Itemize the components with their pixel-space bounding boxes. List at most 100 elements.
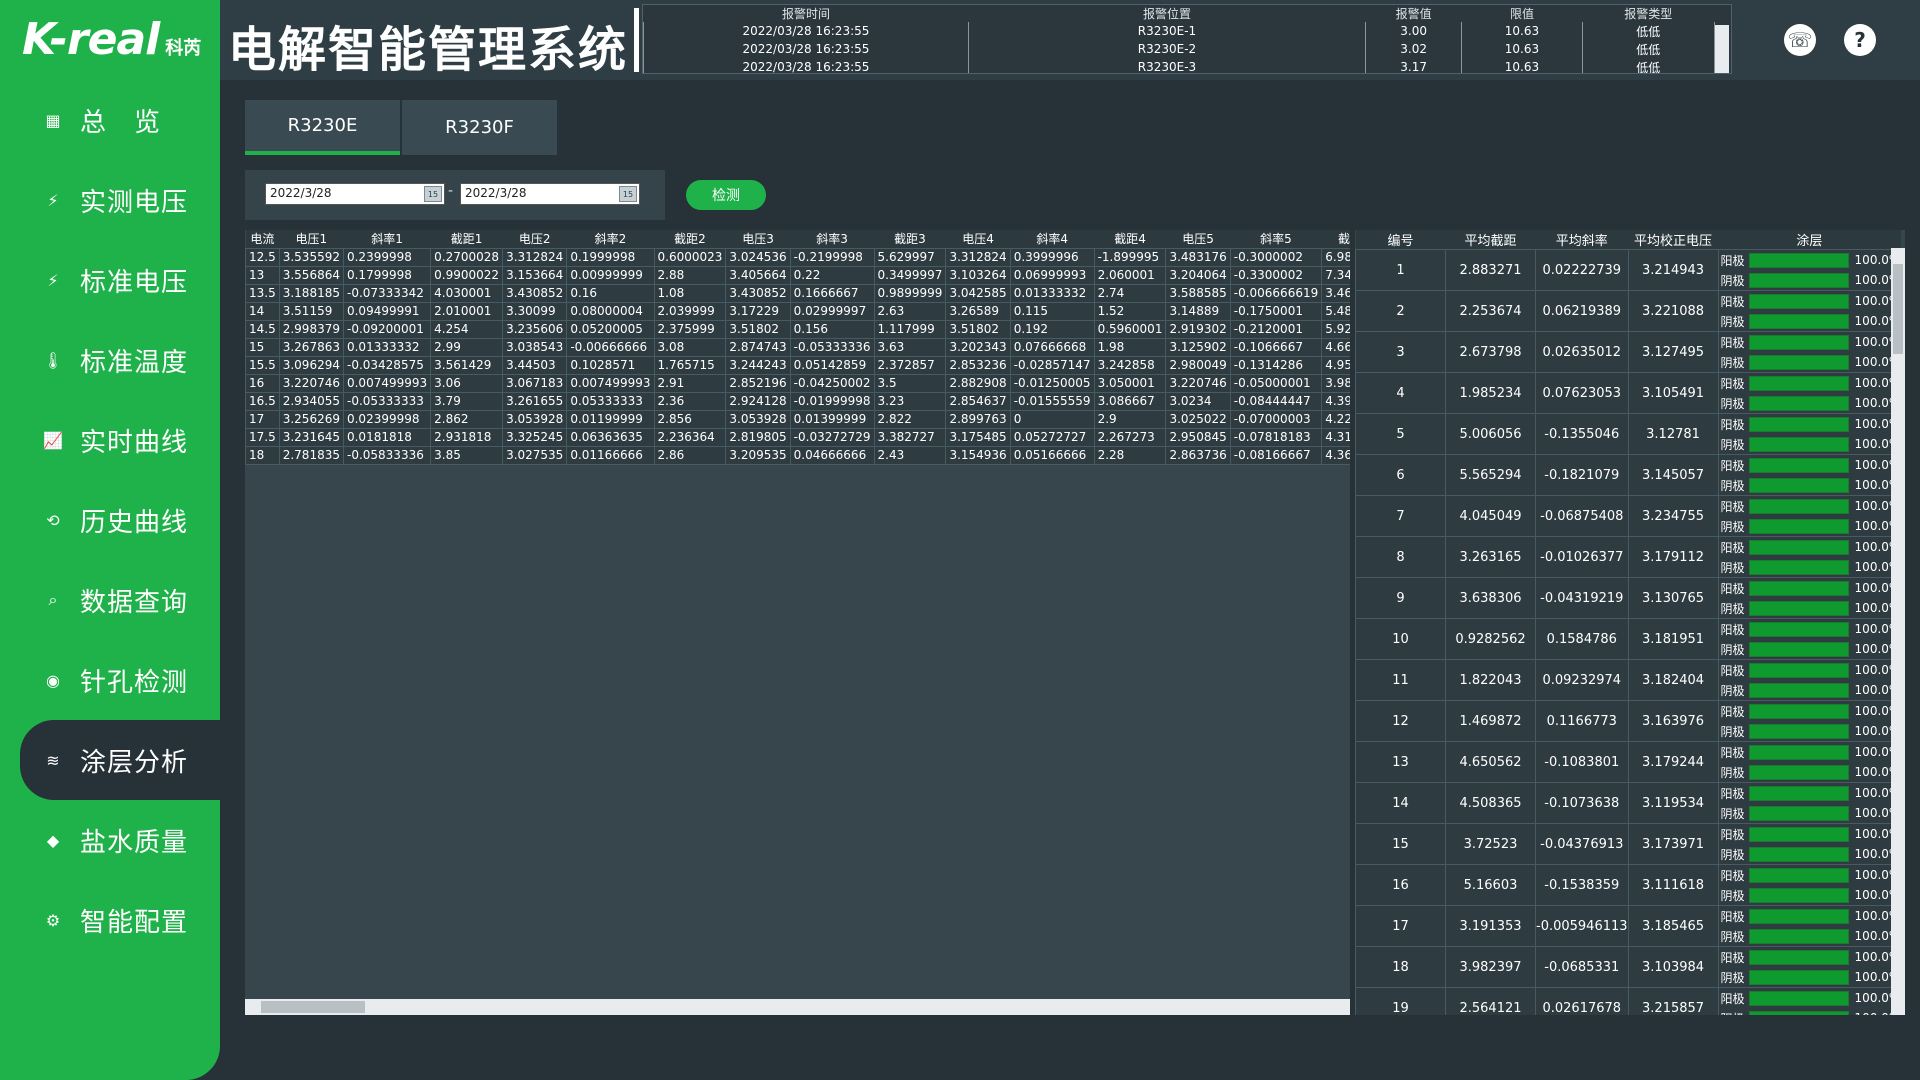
coating-cathode-label: 阴极 (1720, 765, 1745, 780)
coating-anode-label: 阳极 (1720, 376, 1745, 391)
alarm-row: 2022/03/28 16:23:55 R3230E-3 3.17 10.63 低低 (643, 58, 1716, 73)
table-cell: 4.22 (1321, 409, 1350, 429)
table-cell: 3.188185 (278, 283, 344, 303)
table-cell: 2.060001 (1093, 265, 1167, 285)
nav-item-1[interactable]: ⚡ 实测电压 (0, 160, 220, 240)
table-cell: 4.030001 (430, 283, 504, 303)
end-date-field[interactable]: 2022/3/28 15 (460, 183, 640, 205)
alarm-cell: 低低 (1581, 22, 1716, 40)
nav-item-2[interactable]: ⚡ 标准电压 (0, 240, 220, 320)
table-cell: 0.09499991 (342, 301, 432, 321)
alarm-cell: 2022/03/28 16:23:55 (643, 40, 969, 58)
table-cell: 0.02999997 (789, 301, 875, 321)
nav-item-9[interactable]: ◆ 盐水质量 (0, 800, 220, 880)
coating-anode-bar (1748, 457, 1849, 473)
summary-row: 1 2.883271 0.02222739 3.214943 阳极 100.0% 阴极 100… (1355, 249, 1902, 291)
summary-cell: 4.045049 (1445, 495, 1536, 537)
table-cell: 18 (245, 445, 280, 465)
alarm-scrollbar[interactable] (1715, 25, 1729, 73)
table-cell: 0.6000023 (653, 247, 727, 267)
summary-cell: 3.105491 (1627, 372, 1719, 414)
table-cell: 2.375999 (653, 319, 727, 339)
coating-cathode-label: 阴极 (1720, 970, 1745, 985)
table-cell: 3.038543 (502, 337, 568, 357)
alarm-column-header: 报警类型 (1624, 7, 1673, 21)
table-cell: 2.934055 (278, 391, 344, 411)
title-divider (634, 8, 639, 72)
coating-cathode-label: 阴极 (1720, 847, 1745, 862)
coating-cathode-bar (1748, 969, 1849, 985)
end-date-value: 2022/3/28 (465, 186, 527, 200)
scrollbar-thumb[interactable] (1893, 264, 1903, 354)
column-header: 截距1 (430, 230, 503, 248)
coating-cathode-row: 阴极100.0% (1719, 803, 1900, 823)
horizontal-scrollbar[interactable] (245, 999, 1350, 1015)
table-cell: 16.5 (245, 391, 280, 411)
summary-row: 3 2.673798 0.02635012 3.127495 阳极 100.0% 阴极 100… (1355, 331, 1902, 373)
column-header: 截距2 (654, 230, 726, 248)
coating-anode-bar (1748, 785, 1849, 801)
search-icon: ⌕ (48, 590, 58, 609)
coating-cathode-label: 阴极 (1720, 396, 1745, 411)
summary-cell: 3.179244 (1627, 741, 1719, 783)
table-cell: -0.08166667 (1229, 445, 1323, 465)
table-cell: 3.027535 (502, 445, 568, 465)
summary-cell: -0.1821079 (1535, 454, 1629, 496)
coating-cathode-row: 阴极100.0% (1719, 516, 1900, 536)
table-row: 13.5 3.188185 -0.07333342 4.030001 3.430852 0… (245, 283, 1350, 303)
summary-cell: 3.179112 (1627, 536, 1719, 578)
coating-anode-label: 阳极 (1720, 458, 1745, 473)
lightning-icon: ⚡ (47, 190, 59, 210)
calendar-icon[interactable]: 15 (424, 186, 442, 202)
nav-item-7[interactable]: ◉ 针孔检测 (0, 640, 220, 720)
nav-item-10[interactable]: ⚙ 智能配置 (0, 880, 220, 960)
tab-r3230f[interactable]: R3230F (402, 100, 557, 155)
detect-button[interactable]: 检测 (686, 180, 766, 210)
phone-icon[interactable]: ☏ (1784, 24, 1816, 56)
nav-item-5[interactable]: ⟲ 历史曲线 (0, 480, 220, 560)
start-date-field[interactable]: 2022/3/28 15 (265, 183, 445, 205)
table-cell: 0.0181818 (342, 427, 432, 447)
table-cell: 3.242858 (1093, 355, 1167, 375)
column-header: 斜率3 (790, 230, 875, 248)
summary-cell: 3.214943 (1627, 249, 1719, 291)
help-icon[interactable]: ? (1844, 24, 1876, 56)
coating-anode-row: 阳极 100.0% (1719, 250, 1900, 270)
table-cell: 7.340002 (1321, 265, 1350, 285)
alarm-column-header: 报警值 (1395, 7, 1432, 21)
nav-item-8[interactable]: ≋ 涂层分析 (20, 720, 220, 800)
nav-item-4[interactable]: 📈 实时曲线 (0, 400, 220, 480)
table-cell: -0.3300002 (1229, 265, 1323, 285)
tab-r3230e[interactable]: R3230E (245, 100, 400, 155)
table-row: 17.5 3.231645 0.0181818 2.931818 3.325245 0.0… (245, 427, 1350, 447)
table-cell: 3.0234 (1165, 391, 1231, 411)
coating-cathode-row: 阴极100.0% (1719, 844, 1900, 864)
coating-cathode-row: 阴极100.0% (1719, 393, 1900, 413)
table-cell: 6.980002 (1321, 247, 1350, 267)
table-cell: 2.924128 (725, 391, 791, 411)
scrollbar-thumb[interactable] (261, 1001, 365, 1013)
summary-cell: 0.9282562 (1445, 618, 1536, 660)
coating-cathode-row: 阴极100.0% (1719, 639, 1900, 659)
nav-item-label: 标准温度 (80, 347, 189, 378)
summary-cell: 0.06219389 (1535, 290, 1629, 332)
coating-bars: 阳极100.0%阴极100.0% (1719, 824, 1900, 864)
vertical-scrollbar[interactable] (1891, 248, 1905, 1015)
table-cell: 3.053928 (502, 409, 568, 429)
calendar-icon[interactable]: 15 (619, 186, 637, 202)
column-header: 斜率2 (566, 230, 654, 248)
nav-item-label: 实时曲线 (80, 427, 189, 458)
table-cell: 0.1666667 (789, 283, 875, 303)
lightning-icon: ⚡ (47, 270, 59, 290)
coating-cathode-row: 阴极100.0% (1719, 885, 1900, 905)
nav-item-0[interactable]: ▦ 总 览 (0, 80, 220, 160)
table-cell: -0.006666619 (1229, 283, 1323, 303)
table-cell: 0.007499993 (566, 373, 655, 393)
coating-cell: 阳极100.0%阴极100.0% (1717, 782, 1902, 824)
table-cell: 1.117999 (873, 319, 947, 339)
nav-item-3[interactable]: 🌡 标准温度 (0, 320, 220, 400)
table-cell: 3.096294 (278, 355, 344, 375)
nav-item-6[interactable]: ⌕ 数据查询 (0, 560, 220, 640)
summary-row: 11 1.822043 0.09232974 3.182404 阳极 100.0% 阴极 10… (1355, 659, 1902, 701)
coating-cathode-bar (1748, 846, 1849, 862)
